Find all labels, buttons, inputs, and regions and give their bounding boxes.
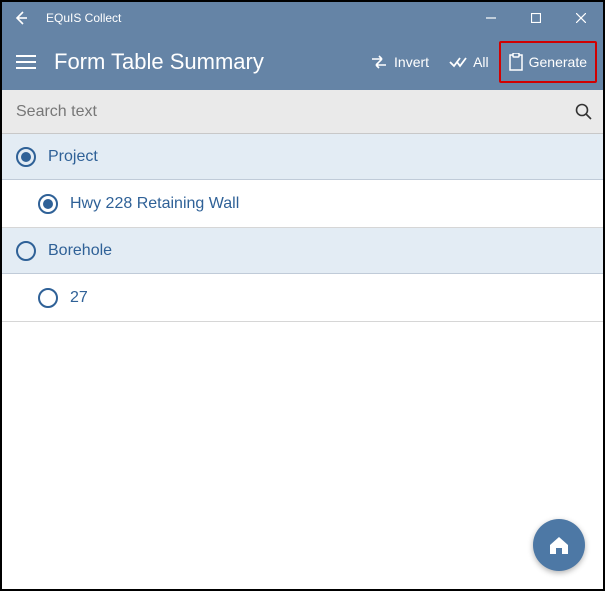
group-header-borehole[interactable]: Borehole <box>2 228 603 274</box>
maximize-icon <box>531 13 541 23</box>
close-icon <box>576 13 586 23</box>
toolbar: Form Table Summary Invert All Generate <box>2 34 603 90</box>
list-item[interactable]: 27 <box>2 274 603 322</box>
title-bar: EQuIS Collect <box>2 2 603 34</box>
home-fab[interactable] <box>533 519 585 571</box>
minimize-button[interactable] <box>468 2 513 34</box>
window-title: EQuIS Collect <box>40 11 468 25</box>
search-bar <box>2 90 603 134</box>
page-title: Form Table Summary <box>50 49 360 75</box>
group-header-project[interactable]: Project <box>2 134 603 180</box>
clipboard-icon <box>509 53 523 71</box>
radio-unselected-icon <box>16 241 36 261</box>
swap-icon <box>370 55 388 69</box>
generate-button[interactable]: Generate <box>499 41 597 83</box>
minimize-icon <box>486 13 496 23</box>
maximize-button[interactable] <box>513 2 558 34</box>
search-icon[interactable] <box>575 103 593 121</box>
radio-selected-icon <box>38 194 58 214</box>
generate-label: Generate <box>529 54 587 70</box>
close-button[interactable] <box>558 2 603 34</box>
group-label: Project <box>48 148 98 166</box>
all-button[interactable]: All <box>439 42 499 82</box>
menu-button[interactable] <box>2 34 50 90</box>
hamburger-icon <box>16 55 36 69</box>
home-icon <box>546 532 572 558</box>
invert-label: Invert <box>394 54 429 70</box>
radio-unselected-icon <box>38 288 58 308</box>
radio-selected-icon <box>16 147 36 167</box>
all-label: All <box>473 54 489 70</box>
app-window: EQuIS Collect Form Table Summary Invert … <box>0 0 605 591</box>
back-button[interactable] <box>2 2 40 34</box>
group-label: Borehole <box>48 242 112 260</box>
item-label: Hwy 228 Retaining Wall <box>70 195 239 213</box>
list: Project Hwy 228 Retaining Wall Borehole … <box>2 134 603 322</box>
arrow-left-icon <box>13 10 29 26</box>
item-label: 27 <box>70 289 88 307</box>
check-all-icon <box>449 56 467 68</box>
search-input[interactable] <box>16 103 575 121</box>
list-item[interactable]: Hwy 228 Retaining Wall <box>2 180 603 228</box>
invert-button[interactable]: Invert <box>360 42 439 82</box>
